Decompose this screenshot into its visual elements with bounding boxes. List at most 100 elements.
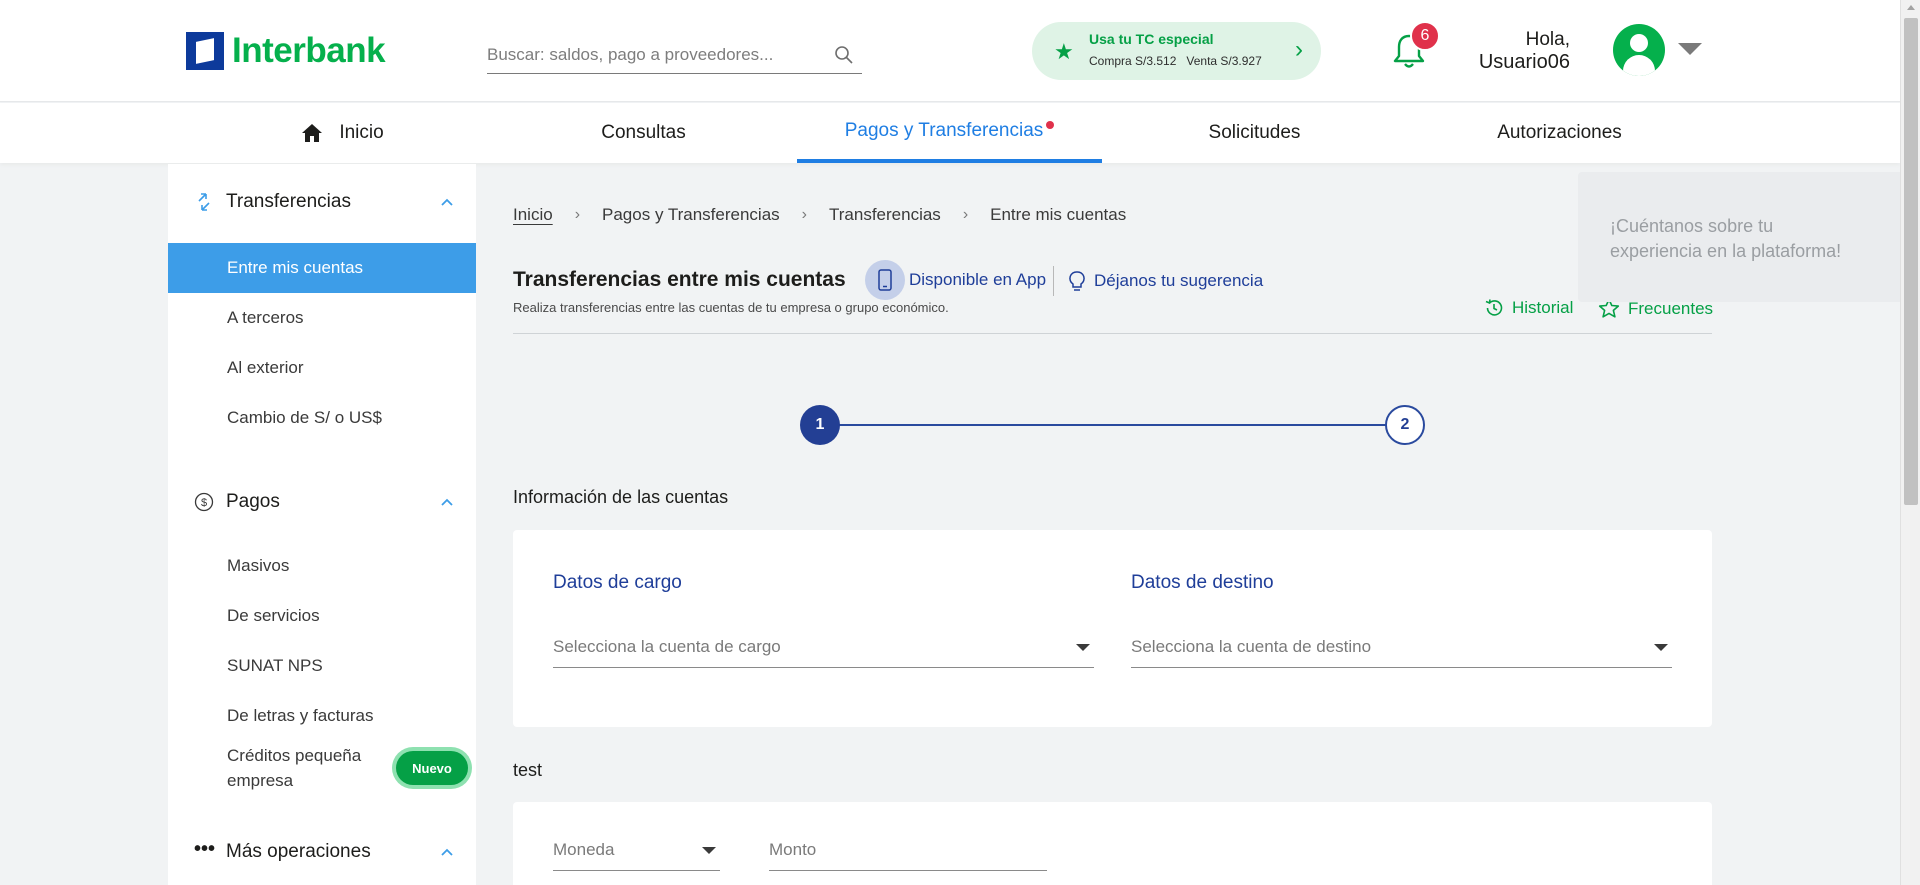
tc-title: Usa tu TC especial	[1089, 31, 1214, 47]
sidebar-item-cambio[interactable]: Cambio de S/ o US$	[168, 393, 476, 443]
nav-item-pagos-transferencias[interactable]: Pagos y Transferencias	[797, 103, 1102, 163]
sidebar-item-al-exterior[interactable]: Al exterior	[168, 343, 476, 393]
greeting-text: Hola,	[1525, 29, 1570, 50]
divider	[1053, 266, 1054, 296]
sugerencia-button[interactable]: Déjanos tu sugerencia	[1068, 270, 1263, 292]
tc-rates: Compra S/3.512 Venta S/3.927	[1089, 54, 1262, 68]
moneda-select[interactable]: Moneda	[553, 829, 720, 871]
nav-item-consultas[interactable]: Consultas	[491, 103, 796, 163]
search-input[interactable]	[487, 44, 827, 65]
step-2: 2	[1385, 405, 1425, 445]
sidebar-section-title: Más operaciones	[226, 841, 371, 862]
sidebar-item-masivos[interactable]: Masivos	[168, 541, 476, 591]
section-title-cuentas: Información de las cuentas	[513, 487, 729, 507]
nav-item-label: Solicitudes	[1208, 122, 1301, 143]
dollar-circle-icon: $	[194, 492, 214, 512]
datos-destino-title: Datos de destino	[1131, 572, 1274, 593]
sidebar-item-a-terceros[interactable]: A terceros	[168, 293, 476, 343]
disponible-en-app-button[interactable]: Disponible en App	[865, 260, 1046, 300]
dropdown-arrow-icon	[702, 847, 716, 854]
datos-cargo-title: Datos de cargo	[553, 572, 682, 593]
new-indicator-dot	[1046, 121, 1055, 129]
nuevo-badge: Nuevo	[396, 751, 468, 785]
nav-item-solicitudes[interactable]: Solicitudes	[1102, 103, 1407, 163]
breadcrumb-current: Entre mis cuentas	[990, 205, 1127, 224]
chevron-up-icon	[441, 848, 453, 856]
lightbulb-icon	[1069, 271, 1085, 291]
chevron-right-icon: ›	[1295, 36, 1303, 63]
historial-label: Historial	[1512, 298, 1574, 317]
breadcrumb: Inicio › Pagos y Transferencias › Transf…	[513, 205, 1126, 225]
sidebar-section-mas-operaciones[interactable]: ••• Más operaciones	[168, 822, 476, 882]
cuenta-destino-placeholder: Selecciona la cuenta de destino	[1131, 636, 1372, 656]
chevron-right-icon: ›	[801, 206, 807, 223]
history-icon	[1485, 299, 1503, 316]
dropdown-arrow-icon	[1654, 644, 1668, 651]
phone-icon	[878, 269, 892, 291]
tc-especial-banner[interactable]: ★ Usa tu TC especial Compra S/3.512 Vent…	[1032, 22, 1321, 80]
top-header: Interbank ★ Usa tu TC especial Compra S/…	[0, 0, 1900, 102]
historial-button[interactable]: Historial	[1484, 298, 1573, 318]
sidebar-section-title: Transferencias	[226, 191, 351, 212]
search-box	[487, 36, 862, 74]
username: Usuario06	[1478, 51, 1570, 73]
user-greeting: Hola, Usuario06	[1479, 28, 1570, 74]
avatar[interactable]	[1613, 24, 1665, 76]
sidebar-item-de-servicios[interactable]: De servicios	[168, 591, 476, 641]
sidebar-section-title: Pagos	[226, 491, 280, 512]
notification-count-badge: 6	[1410, 21, 1440, 51]
step-1: 1	[800, 405, 840, 445]
stepper-line	[838, 424, 1386, 426]
sidebar-item-sunat-nps[interactable]: SUNAT NPS	[168, 641, 476, 691]
nav-item-inicio[interactable]: Inicio	[190, 103, 495, 163]
chevron-right-icon: ›	[574, 206, 581, 223]
breadcrumb-transferencias[interactable]: Transferencias	[829, 205, 941, 225]
sidebar-item-label: Créditos pequeña empresa	[227, 746, 362, 790]
monto-card: Moneda Monto	[513, 802, 1712, 885]
sugerencia-label: Déjanos tu sugerencia	[1094, 271, 1264, 290]
cuenta-destino-select[interactable]: Selecciona la cuenta de destino	[1131, 626, 1672, 668]
chevron-up-icon	[441, 198, 453, 206]
scrollbar-thumb[interactable]	[1904, 18, 1918, 505]
svg-text:$: $	[201, 497, 207, 509]
search-icon[interactable]	[834, 45, 854, 65]
main-nav: Inicio Consultas Pagos y Transferencias …	[0, 103, 1900, 163]
breadcrumb-pagos[interactable]: Pagos y Transferencias	[602, 205, 780, 225]
interbank-logo[interactable]: Interbank	[186, 31, 386, 71]
nav-item-label: Autorizaciones	[1497, 122, 1622, 143]
scroll-up-icon[interactable]	[1907, 5, 1915, 10]
nav-item-label: Pagos y Transferencias	[844, 120, 1044, 141]
logo-text: Interbank	[232, 31, 386, 70]
more-dots-icon: •••	[194, 838, 216, 860]
dropdown-arrow-icon	[1076, 644, 1090, 651]
sidebar-section-transferencias[interactable]: Transferencias	[168, 172, 476, 232]
nav-item-label: Consultas	[601, 122, 686, 143]
nav-item-autorizaciones[interactable]: Autorizaciones	[1407, 103, 1712, 163]
user-menu-caret-icon[interactable]	[1678, 43, 1702, 55]
chevron-right-icon: ›	[962, 206, 969, 223]
home-icon	[302, 124, 323, 142]
cuenta-cargo-select[interactable]: Selecciona la cuenta de cargo	[553, 626, 1094, 668]
feedback-panel[interactable]: ¡Cuéntanos sobre tu experiencia en la pl…	[1578, 172, 1900, 302]
monto-label: Monto	[769, 839, 817, 859]
monto-input[interactable]: Monto	[769, 829, 1047, 871]
sidebar: Transferencias Entre mis cuentas A terce…	[168, 164, 476, 885]
breadcrumb-inicio[interactable]: Inicio	[513, 205, 553, 225]
cuentas-card: Datos de cargo Selecciona la cuenta de c…	[513, 530, 1712, 727]
star-icon: ★	[1054, 39, 1074, 64]
nav-item-label: Inicio	[339, 122, 384, 143]
disponible-en-app-label: Disponible en App	[909, 270, 1047, 289]
sidebar-item-letras-facturas[interactable]: De letras y facturas	[168, 691, 476, 741]
sidebar-item-creditos-pequena-empresa[interactable]: Créditos pequeña empresa Nuevo	[168, 738, 476, 798]
moneda-label: Moneda	[553, 839, 615, 859]
section-title-test: test	[513, 760, 543, 780]
cuenta-cargo-placeholder: Selecciona la cuenta de cargo	[553, 636, 781, 656]
page-subtitle: Realiza transferencias entre las cuentas…	[513, 300, 949, 315]
sidebar-item-entre-mis-cuentas[interactable]: Entre mis cuentas	[168, 243, 476, 293]
divider	[513, 333, 1712, 334]
chevron-up-icon	[441, 498, 453, 506]
sidebar-section-pagos[interactable]: $ Pagos	[168, 472, 476, 532]
scrollbar[interactable]	[1900, 0, 1920, 885]
logo-mark-icon	[186, 32, 224, 70]
page-title: Transferencias entre mis cuentas	[513, 268, 846, 291]
